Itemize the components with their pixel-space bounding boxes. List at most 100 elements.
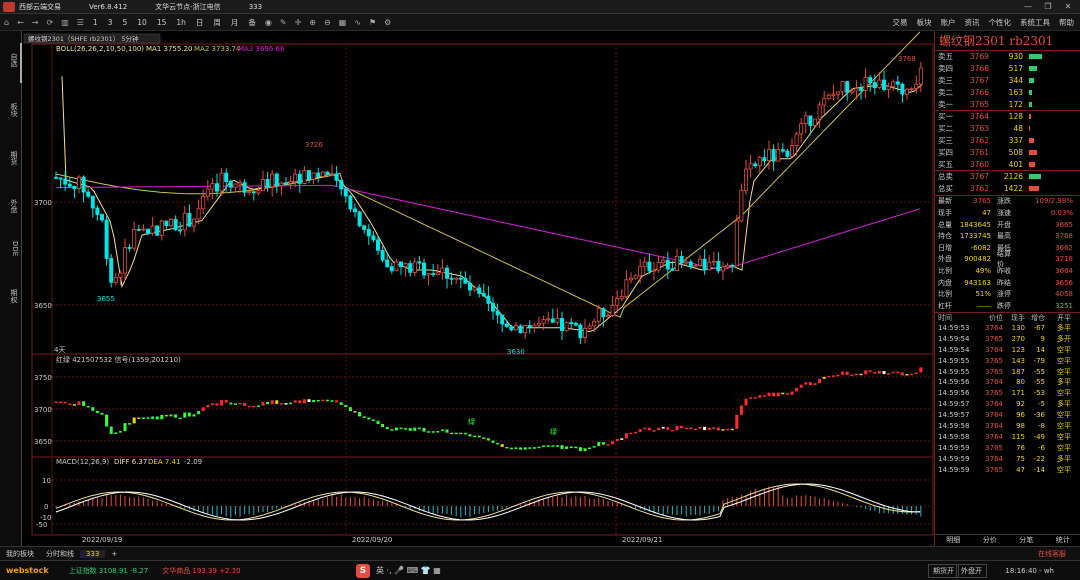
annotation-mid-low: 3630 — [507, 348, 525, 356]
signal-bar — [624, 433, 628, 439]
signal-bar — [831, 375, 835, 377]
settings-icon[interactable]: ⚙ — [380, 18, 395, 27]
tab-time-share[interactable]: 分时和线 — [40, 549, 80, 559]
menu-tools[interactable]: 系统工具 — [1020, 14, 1050, 31]
index-shanghai[interactable]: 上证指数 3108.91 -8.27 — [69, 566, 149, 576]
period-3[interactable]: 3 — [103, 18, 118, 27]
tab-stats[interactable]: 统计 — [1056, 535, 1070, 546]
tab-watchlist[interactable]: 自选 — [3, 53, 19, 67]
app-logo — [3, 1, 15, 12]
crosshair-icon[interactable]: ✛ — [291, 18, 306, 27]
ask-depth-bar — [1029, 101, 1032, 107]
tab-by-price[interactable]: 分价 — [983, 535, 997, 546]
maximize-button[interactable]: ❐ — [1040, 0, 1056, 14]
index-wenhua[interactable]: 文华商品 193.39 +2.10 — [162, 566, 240, 576]
ask-row[interactable]: 卖五 3769 930 — [935, 51, 1080, 63]
ask-row[interactable]: 卖一 3765 172 — [935, 98, 1080, 110]
signal-bar — [132, 417, 136, 424]
period-1[interactable]: 1 — [88, 18, 103, 27]
title-bar: 西部云端交易 Ver6.8.412 文华云节点-浙江电信 333 — ❐ ✕ — [0, 0, 1080, 14]
chart-symbol-tag[interactable]: 螺纹钢2301（SHFE rb2301） 5分钟 — [28, 34, 139, 43]
tab-foreign[interactable]: 外盘 — [3, 199, 19, 213]
signal-bar — [776, 392, 780, 397]
period-5[interactable]: 5 — [117, 18, 132, 27]
signal-bar — [394, 427, 398, 431]
back-icon[interactable]: ← — [13, 18, 28, 27]
ime-options[interactable]: 英 ·, 🎤 ⌨ 👕 ▦ — [376, 565, 441, 576]
ime-toolbar[interactable]: S 英 ·, 🎤 ⌨ 👕 ▦ — [356, 563, 441, 578]
signal-bar — [422, 427, 426, 432]
period-day[interactable]: 日 — [191, 17, 209, 28]
add-tab-button[interactable]: + — [105, 550, 123, 558]
signal-bar — [91, 407, 95, 411]
tab-options[interactable]: 期权 — [3, 289, 19, 303]
signal-bar — [270, 400, 274, 405]
period-more[interactable]: 备 — [243, 17, 261, 28]
signal-bar — [339, 402, 343, 405]
ime-logo-icon[interactable]: S — [356, 563, 370, 578]
bid-row[interactable]: 买一 3764 128 — [935, 111, 1080, 123]
zoom-out-icon[interactable]: ⊖ — [320, 18, 335, 27]
signal-bar — [210, 403, 214, 405]
close-button[interactable]: ✕ — [1060, 0, 1076, 14]
foreign-open-button[interactable]: 外盘开 — [956, 563, 987, 578]
signal-bar — [670, 429, 674, 432]
bid-row[interactable]: 买五 3760 401 — [935, 158, 1080, 170]
signal-bar — [128, 423, 132, 425]
bid-row[interactable]: 买二 3763 48 — [935, 123, 1080, 135]
tab-dde[interactable]: DDE — [3, 241, 19, 256]
period-10[interactable]: 10 — [132, 18, 152, 27]
bid-row[interactable]: 买四 3761 508 — [935, 146, 1080, 158]
ask-row[interactable]: 卖四 3768 517 — [935, 63, 1080, 75]
alert-icon[interactable]: ⚑ — [365, 18, 380, 27]
kline-chart[interactable]: 螺纹钢2301（SHFE rb2301） 5分钟 BOLL(26,26,2,10… — [22, 31, 934, 546]
sub-label: 4天 — [54, 346, 65, 354]
candle-body — [859, 88, 864, 91]
eye-icon[interactable]: ◉ — [261, 18, 276, 27]
indicator-icon[interactable]: ∿ — [350, 18, 365, 27]
signal-bar — [500, 444, 504, 447]
signal-bar — [450, 432, 454, 435]
ask-row[interactable]: 卖三 3767 344 — [935, 75, 1080, 87]
signal-bar — [454, 432, 458, 435]
period-week[interactable]: 周 — [208, 17, 226, 28]
tab-333[interactable]: 333 — [80, 549, 106, 558]
tab-by-tick[interactable]: 分笔 — [1019, 535, 1033, 546]
draw-icon[interactable]: ✎ — [276, 18, 291, 27]
tab-futures[interactable]: 期货 — [3, 151, 19, 165]
minimize-button[interactable]: — — [1020, 0, 1036, 14]
signal-bar — [914, 372, 918, 374]
menu-help[interactable]: 帮助 — [1059, 14, 1074, 31]
signal-bar — [468, 434, 472, 437]
bid-row[interactable]: 买三 3762 337 — [935, 135, 1080, 147]
signal-bar — [749, 397, 753, 399]
refresh-icon[interactable]: ⟳ — [42, 18, 57, 27]
list-icon[interactable]: ☰ — [73, 18, 88, 27]
period-month[interactable]: 月 — [226, 17, 244, 28]
candle-body — [504, 323, 509, 327]
candle-body — [394, 261, 399, 272]
ask-row[interactable]: 卖二 3766 163 — [935, 86, 1080, 98]
tab-sector[interactable]: 板块 — [3, 103, 19, 117]
menu-trade[interactable]: 交易 — [893, 14, 908, 31]
period-15[interactable]: 15 — [152, 18, 172, 27]
menu-news[interactable]: 资讯 — [965, 14, 980, 31]
tab-my-sector[interactable]: 我的板块 — [0, 549, 40, 559]
candle-body — [877, 79, 882, 89]
menu-sector[interactable]: 板块 — [917, 14, 932, 31]
menu-account[interactable]: 账户 — [941, 14, 956, 31]
chart-icon[interactable]: ▥ — [57, 18, 73, 27]
home-icon[interactable]: ⌂ — [0, 18, 13, 27]
menu-personalize[interactable]: 个性化 — [989, 14, 1012, 31]
period-1h[interactable]: 1h — [171, 18, 191, 27]
live-support-link[interactable]: 在线客服 — [1032, 549, 1072, 559]
grid-icon[interactable]: ▦ — [335, 18, 351, 27]
candle-body — [486, 295, 491, 304]
ma2-label: MA2 3733.74 — [194, 45, 241, 53]
signal-bar — [105, 414, 109, 427]
futures-open-button[interactable]: 期货开 — [928, 563, 959, 578]
tab-detail[interactable]: 明细 — [946, 535, 960, 546]
zoom-in-icon[interactable]: ⊕ — [305, 18, 320, 27]
signal-bar — [629, 432, 633, 435]
forward-icon[interactable]: → — [28, 18, 43, 27]
